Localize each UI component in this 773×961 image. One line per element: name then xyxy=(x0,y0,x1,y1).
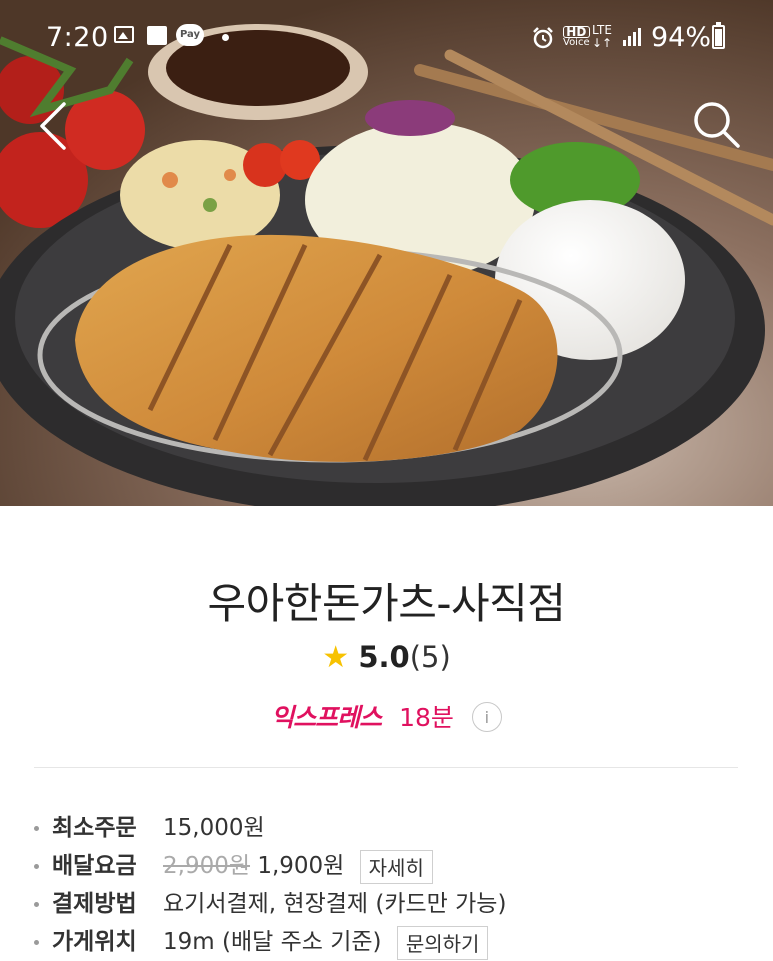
alarm-icon xyxy=(533,27,553,49)
detail-row-min-order: 최소주문 15,000원 xyxy=(34,809,754,847)
store-details: 최소주문 15,000원 배달요금 2,900원 1,900원 자세히 결제방법… xyxy=(34,809,754,961)
status-bar: 7:20 Pay HD Voice LTE ↓↑ 94% xyxy=(0,0,773,76)
discounted-delivery-fee: 1,900원 xyxy=(257,853,345,879)
battery-percent: 94% xyxy=(651,22,712,53)
bullet xyxy=(34,940,39,945)
express-badge: 익스프레스 xyxy=(271,703,382,732)
store-name: 우아한돈가츠-사직점 xyxy=(207,579,566,628)
info-icon[interactable]: i xyxy=(471,702,502,732)
original-delivery-fee: 2,900원 xyxy=(163,853,251,879)
distance-value: 19m (배달 주소 기준) xyxy=(163,929,382,955)
search-icon xyxy=(694,102,740,148)
bullet xyxy=(34,864,39,869)
delivery-info: 익스프레스 18분 i xyxy=(0,698,773,734)
note-icon xyxy=(147,26,167,45)
divider xyxy=(34,767,738,768)
lte-label: LTE xyxy=(592,23,612,37)
fee-details-button[interactable]: 자세히 xyxy=(359,849,433,884)
dot-icon xyxy=(222,34,229,41)
pay-icon: Pay xyxy=(176,24,204,46)
detail-label: 가게위치 xyxy=(52,929,137,955)
signal-icon xyxy=(623,28,641,46)
store-hero-image: 7:20 Pay HD Voice LTE ↓↑ 94% xyxy=(0,0,773,506)
detail-label: 배달요금 xyxy=(52,853,137,879)
back-button[interactable] xyxy=(28,96,80,152)
review-count[interactable]: (5) xyxy=(410,640,451,674)
chevron-left-icon xyxy=(40,102,66,150)
detail-value: 15,000원 xyxy=(163,815,265,841)
voice-label: Voice xyxy=(563,37,590,48)
inquire-button[interactable]: 문의하기 xyxy=(396,925,489,960)
battery-icon xyxy=(712,22,725,49)
bullet xyxy=(34,826,39,831)
gallery-icon xyxy=(114,26,134,43)
detail-row-location: 가게위치 19m (배달 주소 기준) 문의하기 xyxy=(34,923,754,961)
lte-icon: LTE ↓↑ xyxy=(592,23,613,50)
delivery-time: 18분 xyxy=(399,703,454,732)
hd-voice-icon: HD Voice xyxy=(563,26,590,48)
detail-value: 요기서결제, 현장결제 (카드만 가능) xyxy=(163,891,507,917)
detail-value-group: 19m (배달 주소 기준) 문의하기 xyxy=(163,923,489,961)
store-rating: ★ 5.0(5) xyxy=(0,640,773,675)
detail-row-payment: 결제방법 요기서결제, 현장결제 (카드만 가능) xyxy=(34,885,754,923)
detail-value-group: 2,900원 1,900원 자세히 xyxy=(163,847,433,885)
search-button[interactable] xyxy=(688,96,744,152)
detail-label: 결제방법 xyxy=(52,891,137,917)
status-time: 7:20 xyxy=(46,22,109,53)
bullet xyxy=(34,902,39,907)
rating-score: 5.0 xyxy=(358,640,410,674)
star-icon: ★ xyxy=(322,640,350,675)
detail-row-delivery-fee: 배달요금 2,900원 1,900원 자세히 xyxy=(34,847,754,885)
detail-label: 최소주문 xyxy=(52,815,137,841)
